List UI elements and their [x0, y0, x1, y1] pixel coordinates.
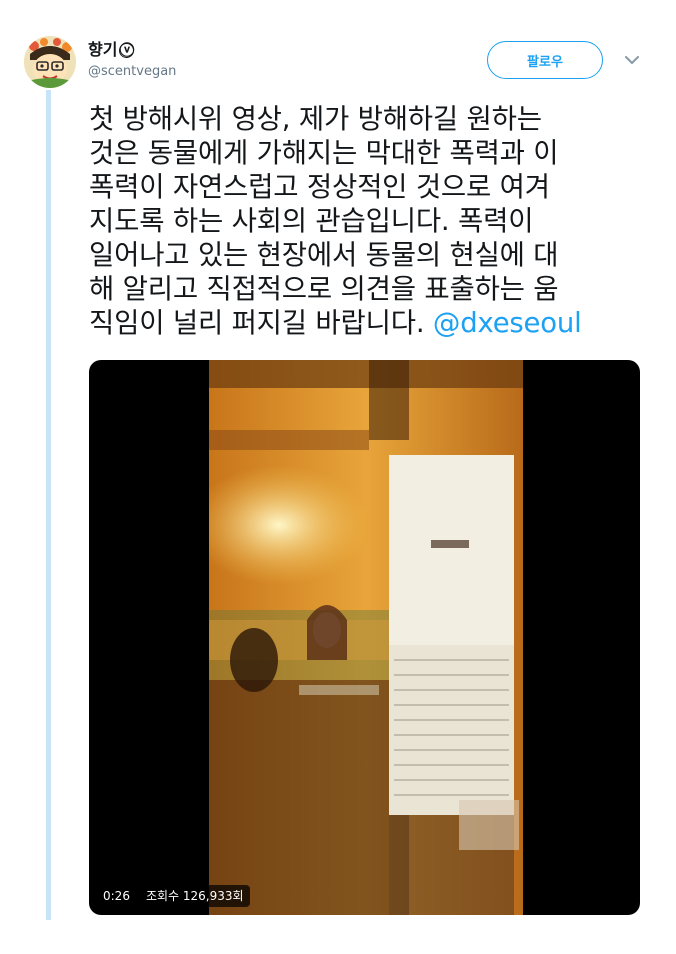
user-info: 향기 ⓥ @scentvegan — [88, 40, 176, 81]
video-meta: 0:26 조회수 126,933회 — [97, 885, 250, 907]
user-handle[interactable]: @scentvegan — [88, 63, 176, 81]
mention-link[interactable]: @dxeseoul — [433, 307, 582, 339]
avatar[interactable] — [24, 36, 76, 88]
tweet-line-last: 직임이 널리 퍼지길 바랍니다. @dxeseoul — [89, 306, 649, 340]
avatar-cartoon-icon — [24, 36, 76, 88]
tweet-line: 지도록 하는 사회의 관습입니다. 폭력이 — [89, 205, 534, 237]
follow-button[interactable]: 팔로우 — [487, 41, 603, 79]
badge-glyph: ⓥ — [119, 40, 135, 59]
video-player[interactable]: 0:26 조회수 126,933회 — [89, 360, 640, 915]
vegan-badge-icon: ⓥ — [119, 40, 135, 59]
video-duration: 0:26 — [97, 885, 136, 907]
tweet-line: 폭력이 자연스럽고 정상적인 것으로 여겨 — [89, 171, 550, 203]
tweet-text: 첫 방해시위 영상, 제가 방해하길 원하는 것은 동물에게 가해지는 막대한 … — [89, 102, 649, 340]
display-name[interactable]: 향기 ⓥ — [88, 40, 176, 60]
chevron-down-icon[interactable] — [624, 54, 640, 66]
video-thumbnail — [209, 360, 523, 915]
tweet-line-text: 직임이 널리 퍼지길 바랍니다. — [89, 307, 425, 339]
video-view-count: 조회수 126,933회 — [139, 885, 250, 907]
tweet-line: 해 알리고 직접적으로 의견을 표출하는 움 — [89, 273, 559, 305]
tweet-line: 일어나고 있는 현장에서 동물의 현실에 대 — [89, 239, 559, 271]
tweet-line: 것은 동물에게 가해지는 막대한 폭력과 이 — [89, 137, 559, 169]
tweet-line: 첫 방해시위 영상, 제가 방해하길 원하는 — [89, 103, 542, 135]
display-name-text: 향기 — [88, 40, 118, 59]
thread-line — [46, 90, 51, 920]
